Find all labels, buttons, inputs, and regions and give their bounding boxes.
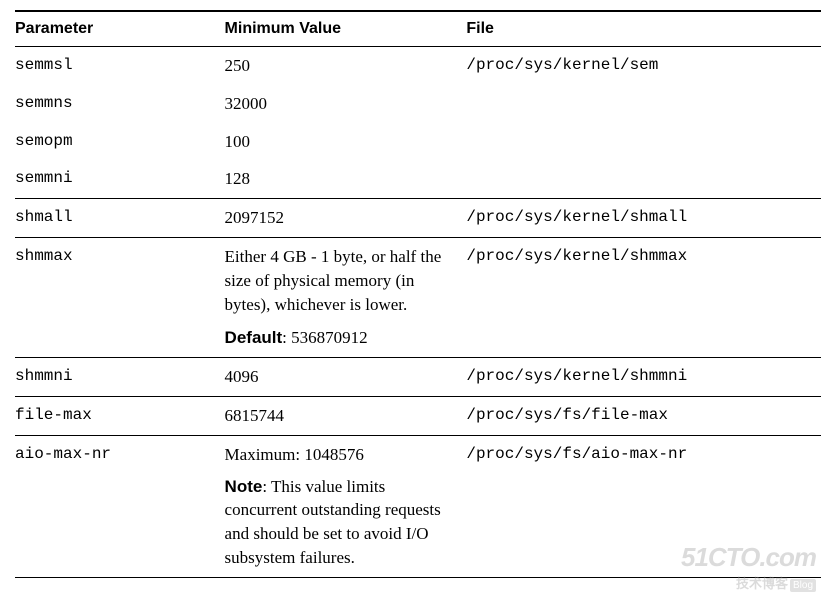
param-file: /proc/sys/kernel/sem <box>466 47 821 85</box>
table-row: semopm 100 <box>15 123 821 161</box>
param-file <box>466 85 821 123</box>
note-label: Note <box>225 477 263 496</box>
header-parameter: Parameter <box>15 11 225 47</box>
param-value: 2097152 <box>225 199 467 238</box>
header-minimum-value: Minimum Value <box>225 11 467 47</box>
param-value: 100 <box>225 123 467 161</box>
param-name: shmmax <box>15 237 225 357</box>
table-row: shmall 2097152 /proc/sys/kernel/shmall <box>15 199 821 238</box>
param-value: 32000 <box>225 85 467 123</box>
table-row: file-max 6815744 /proc/sys/fs/file-max <box>15 396 821 435</box>
param-name: shmmni <box>15 358 225 397</box>
table-row: shmmax Either 4 GB - 1 byte, or half the… <box>15 237 821 357</box>
default-value: : 536870912 <box>282 328 367 347</box>
param-file: /proc/sys/fs/aio-max-nr <box>466 435 821 577</box>
default-label: Default <box>225 328 283 347</box>
watermark-sub: 技术博客 <box>736 576 788 591</box>
param-name: aio-max-nr <box>15 435 225 577</box>
default-block: Default: 536870912 <box>225 326 459 350</box>
param-value: Either 4 GB - 1 byte, or half the size o… <box>225 237 467 357</box>
param-name: semmni <box>15 160 225 198</box>
param-value-text: Either 4 GB - 1 byte, or half the size o… <box>225 247 442 314</box>
table-row: semmns 32000 <box>15 85 821 123</box>
param-file: /proc/sys/kernel/shmall <box>466 199 821 238</box>
param-value-text: Maximum: 1048576 <box>225 445 364 464</box>
watermark-blog: Blog <box>790 579 816 592</box>
param-value: 4096 <box>225 358 467 397</box>
param-file: /proc/sys/fs/file-max <box>466 396 821 435</box>
param-value: 250 <box>225 47 467 85</box>
table-row: shmmni 4096 /proc/sys/kernel/shmmni <box>15 358 821 397</box>
note-block: Note: This value limits concurrent outst… <box>225 475 459 570</box>
kernel-parameters-table: Parameter Minimum Value File semmsl 250 … <box>15 10 821 578</box>
param-name: semopm <box>15 123 225 161</box>
table-header-row: Parameter Minimum Value File <box>15 11 821 47</box>
param-file <box>466 123 821 161</box>
table-row: aio-max-nr Maximum: 1048576 Note: This v… <box>15 435 821 577</box>
param-name: semmns <box>15 85 225 123</box>
param-name: shmall <box>15 199 225 238</box>
param-file: /proc/sys/kernel/shmmni <box>466 358 821 397</box>
table-row: semmni 128 <box>15 160 821 198</box>
param-name: semmsl <box>15 47 225 85</box>
table-row: semmsl 250 /proc/sys/kernel/sem <box>15 47 821 85</box>
param-file: /proc/sys/kernel/shmmax <box>466 237 821 357</box>
param-value: 128 <box>225 160 467 198</box>
param-value: Maximum: 1048576 Note: This value limits… <box>225 435 467 577</box>
param-file <box>466 160 821 198</box>
param-name: file-max <box>15 396 225 435</box>
header-file: File <box>466 11 821 47</box>
param-value: 6815744 <box>225 396 467 435</box>
